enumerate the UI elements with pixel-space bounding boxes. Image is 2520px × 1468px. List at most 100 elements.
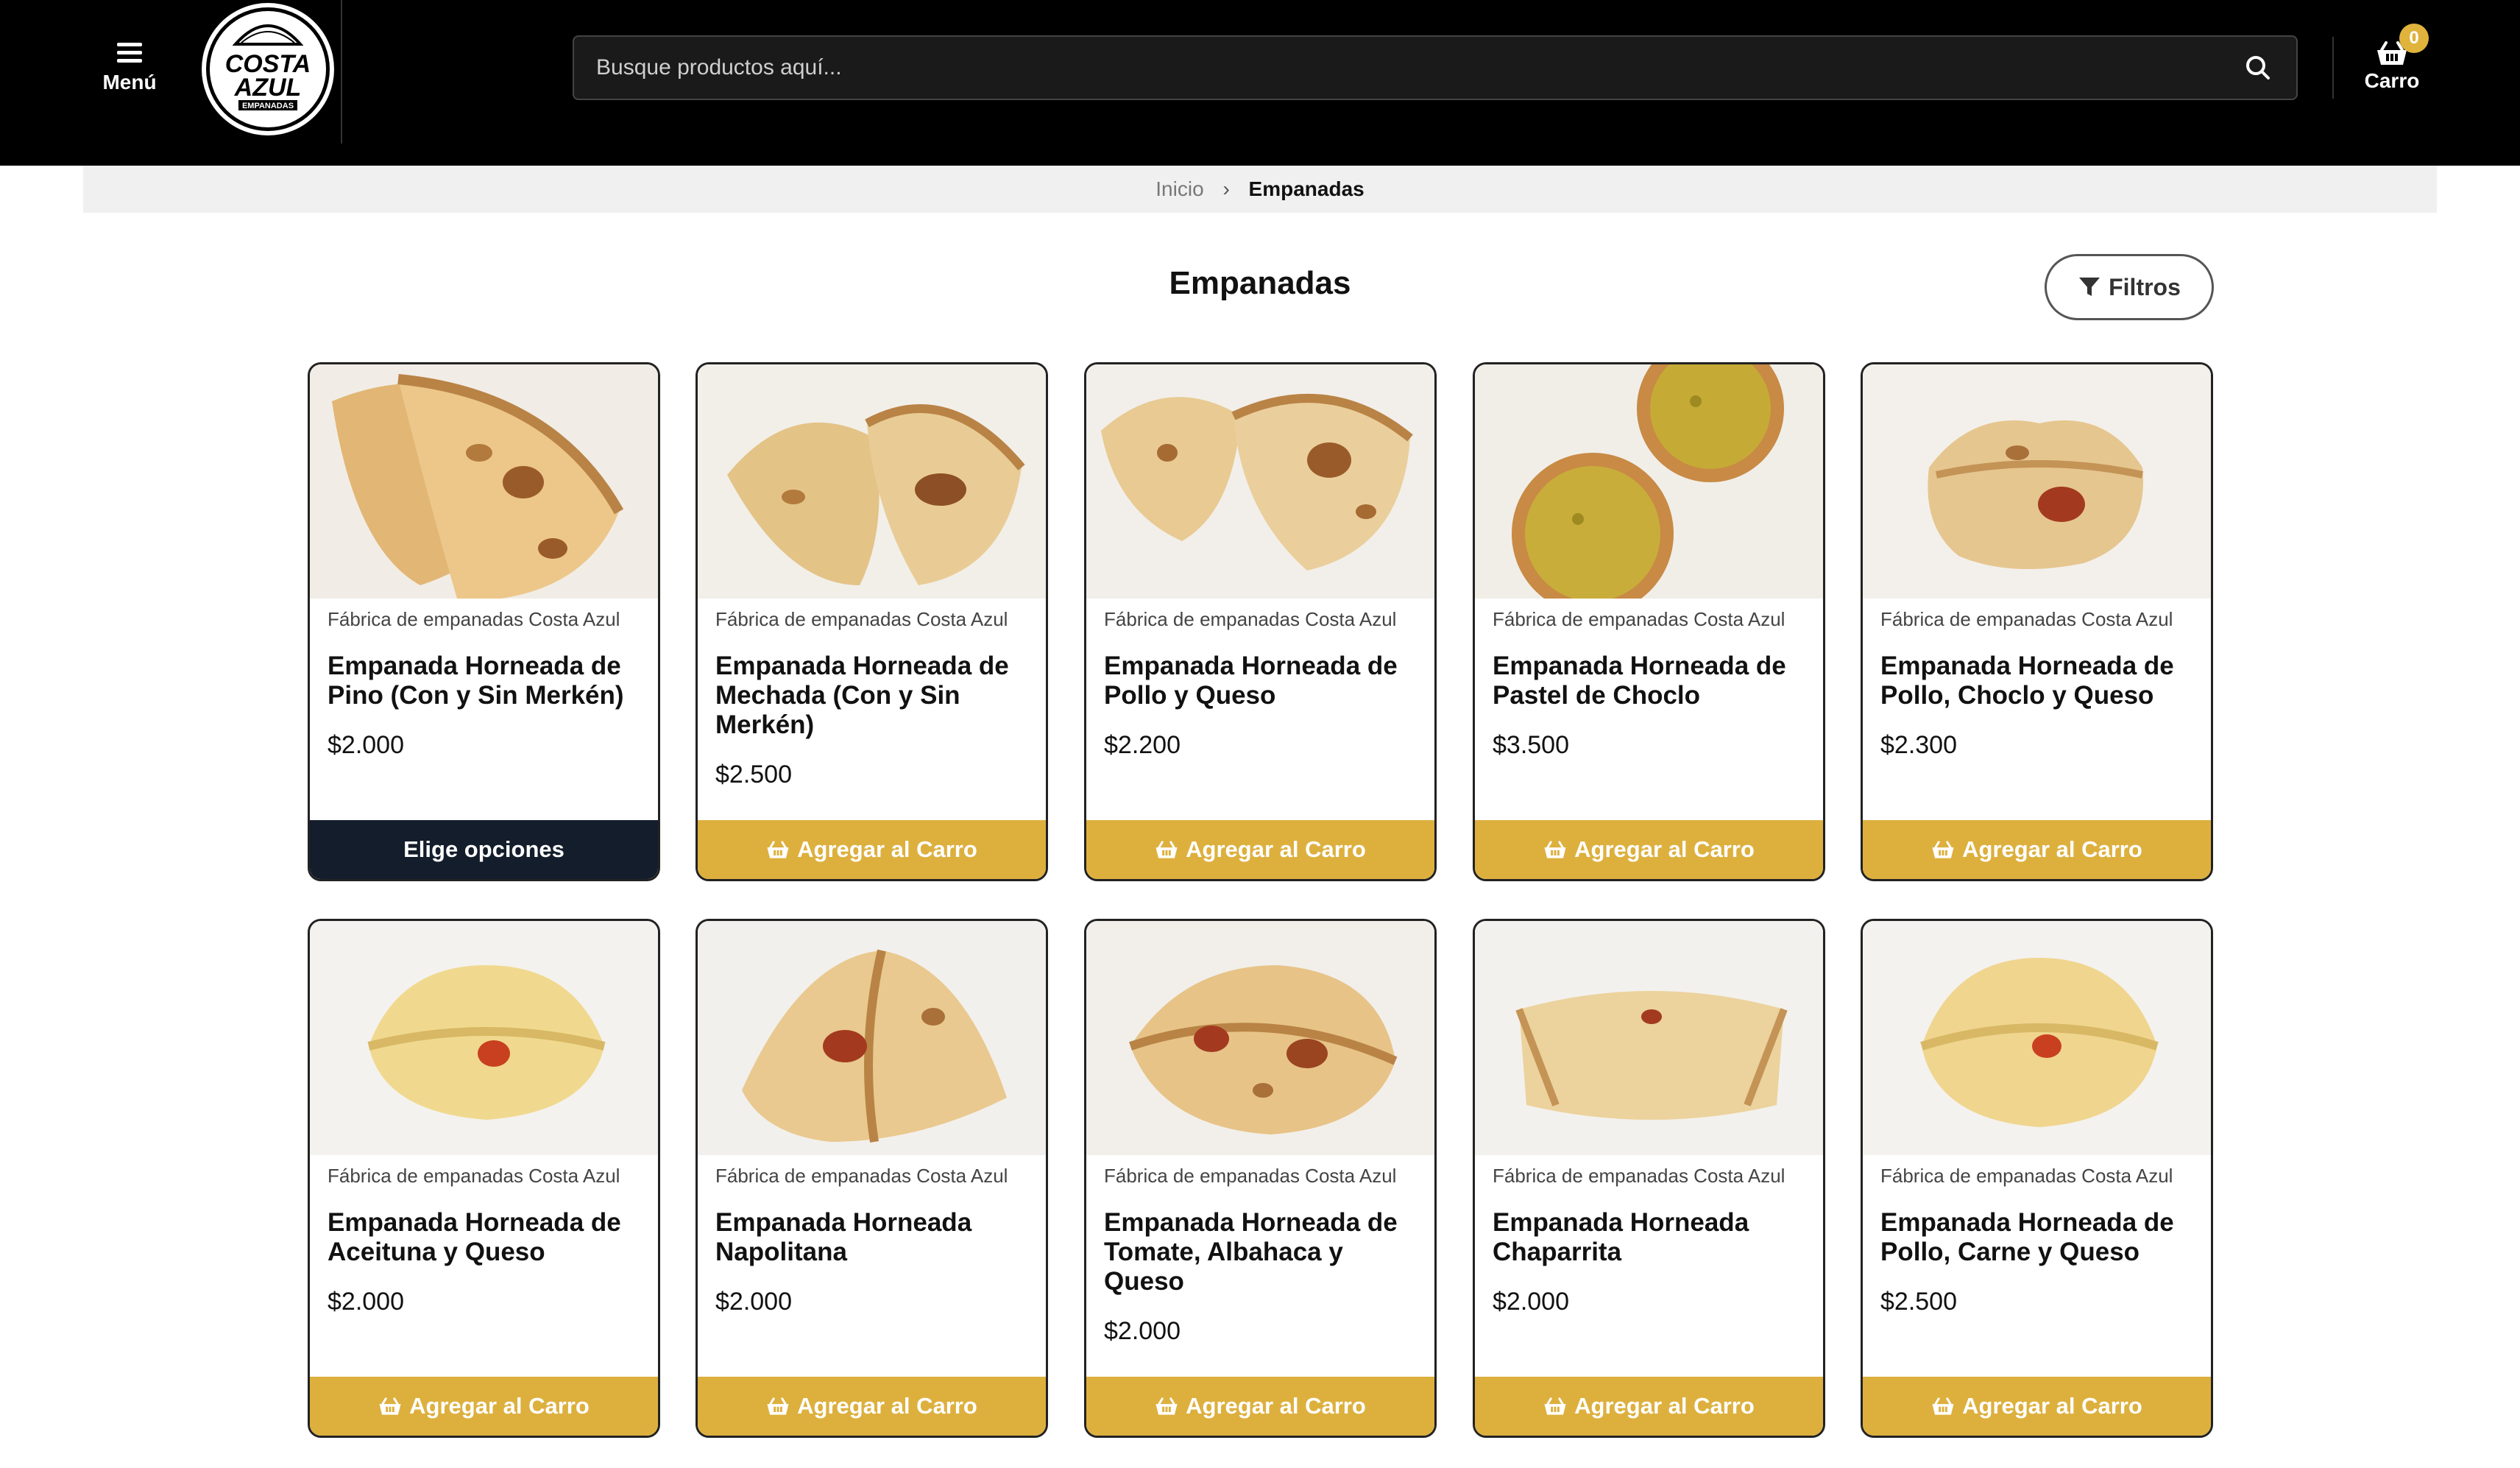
- product-name[interactable]: Empanada Horneada Napolitana: [715, 1208, 1032, 1267]
- product-image[interactable]: [310, 921, 658, 1155]
- product-card[interactable]: Fábrica de empanadas Costa Azul Empanada…: [1473, 362, 1825, 881]
- button-label: Agregar al Carro: [1962, 1393, 2142, 1419]
- product-card[interactable]: Fábrica de empanadas Costa Azul Empanada…: [1473, 919, 1825, 1438]
- product-brand: Fábrica de empanadas Costa Azul: [1493, 1165, 1785, 1187]
- product-name[interactable]: Empanada Horneada de Mechada (Con y Sin …: [715, 652, 1032, 740]
- basket-icon: [379, 1397, 401, 1415]
- breadcrumb: Inicio › Empanadas: [83, 166, 2437, 213]
- cart-button[interactable]: Carro 0: [2348, 22, 2436, 103]
- product-price: $2.000: [328, 1288, 404, 1316]
- product-brand: Fábrica de empanadas Costa Azul: [1880, 1165, 2173, 1187]
- site-header: Menú COSTA AZUL EMPANADAS Carro 0: [0, 0, 2520, 166]
- button-label: Agregar al Carro: [797, 1393, 977, 1419]
- product-image[interactable]: [1475, 921, 1823, 1155]
- breadcrumb-current: Empanadas: [1248, 177, 1365, 200]
- basket-icon: [1932, 1397, 1954, 1415]
- product-image[interactable]: [698, 921, 1046, 1155]
- add-to-cart-button[interactable]: Agregar al Carro: [1086, 820, 1434, 879]
- button-label: Agregar al Carro: [1186, 836, 1366, 862]
- breadcrumb-home-link[interactable]: Inicio: [1155, 177, 1203, 200]
- product-name[interactable]: Empanada Horneada de Aceituna y Queso: [328, 1208, 644, 1267]
- product-price: $2.500: [715, 761, 792, 788]
- add-to-cart-button[interactable]: Agregar al Carro: [698, 1377, 1046, 1436]
- logo-divider: [341, 0, 342, 144]
- chevron-right-icon: ›: [1222, 177, 1230, 200]
- product-image[interactable]: [1475, 364, 1823, 599]
- product-image[interactable]: [1863, 364, 2211, 599]
- product-brand: Fábrica de empanadas Costa Azul: [715, 1165, 1008, 1187]
- basket-icon: [1932, 841, 1954, 858]
- product-image[interactable]: [1863, 921, 2211, 1155]
- svg-text:EMPANADAS: EMPANADAS: [242, 102, 294, 110]
- button-label: Agregar al Carro: [1574, 836, 1755, 862]
- costa-azul-logo[interactable]: COSTA AZUL EMPANADAS: [197, 0, 339, 140]
- product-card[interactable]: Fábrica de empanadas Costa Azul Empanada…: [696, 919, 1048, 1438]
- product-card[interactable]: Fábrica de empanadas Costa Azul Empanada…: [1861, 362, 2213, 881]
- choose-options-button[interactable]: Elige opciones: [310, 820, 658, 879]
- add-to-cart-button[interactable]: Agregar al Carro: [1863, 820, 2211, 879]
- product-image[interactable]: [1086, 364, 1434, 599]
- add-to-cart-button[interactable]: Agregar al Carro: [698, 820, 1046, 879]
- product-brand: Fábrica de empanadas Costa Azul: [715, 608, 1008, 630]
- product-card[interactable]: Fábrica de empanadas Costa Azul Empanada…: [1861, 919, 2213, 1438]
- product-price: $2.000: [1104, 1317, 1181, 1345]
- product-brand: Fábrica de empanadas Costa Azul: [328, 1165, 620, 1187]
- product-card[interactable]: Fábrica de empanadas Costa Azul Empanada…: [696, 362, 1048, 881]
- filters-label: Filtros: [2109, 273, 2181, 300]
- product-image[interactable]: [1086, 921, 1434, 1155]
- svg-text:AZUL: AZUL: [234, 74, 302, 102]
- product-price: $2.500: [1880, 1288, 1957, 1316]
- add-to-cart-button[interactable]: Agregar al Carro: [1475, 820, 1823, 879]
- product-price: $2.200: [1104, 731, 1181, 759]
- add-to-cart-button[interactable]: Agregar al Carro: [1863, 1377, 2211, 1436]
- product-price: $2.000: [1493, 1288, 1569, 1316]
- product-brand: Fábrica de empanadas Costa Azul: [1104, 608, 1397, 630]
- basket-icon: [1155, 1397, 1178, 1415]
- product-card[interactable]: Fábrica de empanadas Costa Azul Empanada…: [308, 919, 660, 1438]
- product-card[interactable]: Fábrica de empanadas Costa Azul Empanada…: [1084, 362, 1437, 881]
- product-card[interactable]: Fábrica de empanadas Costa Azul Empanada…: [308, 362, 660, 881]
- cart-label: Carro: [2364, 69, 2420, 92]
- add-to-cart-button[interactable]: Agregar al Carro: [1086, 1377, 1434, 1436]
- cart-divider: [2332, 37, 2334, 99]
- menu-label: Menú: [102, 71, 157, 93]
- search-bar[interactable]: [573, 35, 2298, 100]
- basket-icon: [1544, 841, 1566, 858]
- product-name[interactable]: Empanada Horneada de Tomate, Albahaca y …: [1104, 1208, 1420, 1296]
- product-card[interactable]: Fábrica de empanadas Costa Azul Empanada…: [1084, 919, 1437, 1438]
- basket-icon: [1544, 1397, 1566, 1415]
- product-name[interactable]: Empanada Horneada de Pollo y Queso: [1104, 652, 1420, 710]
- cart-count-badge: 0: [2399, 24, 2429, 53]
- button-label: Agregar al Carro: [1574, 1393, 1755, 1419]
- product-brand: Fábrica de empanadas Costa Azul: [1493, 608, 1785, 630]
- product-name[interactable]: Empanada Horneada Chaparrita: [1493, 1208, 1809, 1267]
- basket-icon: [767, 841, 789, 858]
- button-label: Elige opciones: [403, 836, 564, 862]
- hamburger-icon: [117, 43, 142, 63]
- button-label: Agregar al Carro: [1962, 836, 2142, 862]
- product-brand: Fábrica de empanadas Costa Azul: [1880, 608, 2173, 630]
- button-label: Agregar al Carro: [797, 836, 977, 862]
- add-to-cart-button[interactable]: Agregar al Carro: [1475, 1377, 1823, 1436]
- add-to-cart-button[interactable]: Agregar al Carro: [310, 1377, 658, 1436]
- product-image[interactable]: [310, 364, 658, 599]
- product-price: $2.000: [715, 1288, 792, 1316]
- filters-button[interactable]: Filtros: [2045, 254, 2214, 320]
- product-name[interactable]: Empanada Horneada de Pastel de Choclo: [1493, 652, 1809, 710]
- product-brand: Fábrica de empanadas Costa Azul: [1104, 1165, 1397, 1187]
- product-name[interactable]: Empanada Horneada de Pino (Con y Sin Mer…: [328, 652, 644, 710]
- basket-icon: [1155, 841, 1178, 858]
- search-icon[interactable]: [2242, 52, 2274, 84]
- product-image[interactable]: [698, 364, 1046, 599]
- basket-icon: [767, 1397, 789, 1415]
- product-brand: Fábrica de empanadas Costa Azul: [328, 608, 620, 630]
- product-name[interactable]: Empanada Horneada de Pollo, Carne y Ques…: [1880, 1208, 2197, 1267]
- search-input[interactable]: [596, 37, 2215, 99]
- product-price: $2.300: [1880, 731, 1957, 759]
- product-price: $3.500: [1493, 731, 1569, 759]
- button-label: Agregar al Carro: [409, 1393, 590, 1419]
- menu-button[interactable]: Menú: [88, 38, 171, 105]
- product-price: $2.000: [328, 731, 404, 759]
- product-name[interactable]: Empanada Horneada de Pollo, Choclo y Que…: [1880, 652, 2197, 710]
- button-label: Agregar al Carro: [1186, 1393, 1366, 1419]
